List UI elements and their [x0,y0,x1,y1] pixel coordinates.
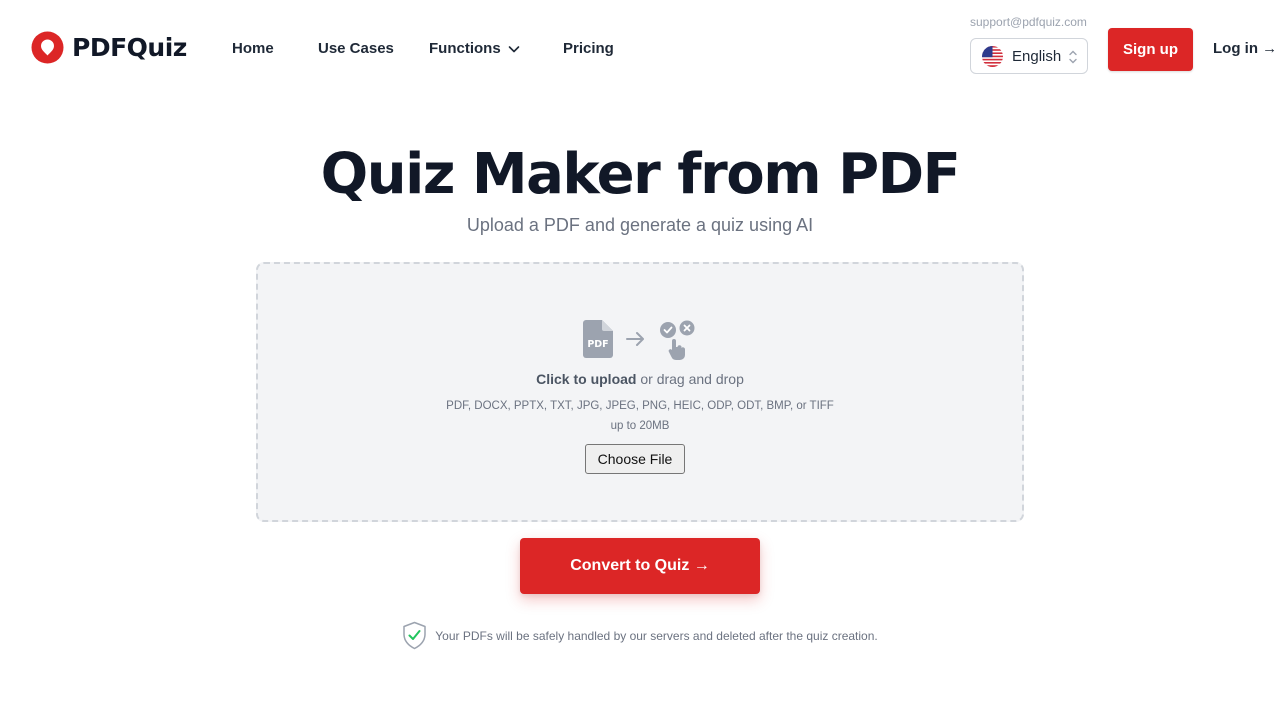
quiz-hand-icon [660,320,695,360]
language-select[interactable]: English [970,38,1088,74]
privacy-notice: Your PDFs will be safely handled by our … [0,621,1280,650]
nav-functions[interactable]: Functions [429,40,521,57]
privacy-notice-text: Your PDFs will be safely handled by our … [435,628,878,643]
upload-dropzone[interactable]: PDF Click to upload or drag and drop PDF… [256,262,1024,522]
pdf-icon-text: PDF [587,339,608,350]
nav-functions-label: Functions [429,40,501,57]
shield-check-icon [403,621,426,650]
us-flag-icon [982,45,1003,67]
pdfquiz-logo-icon [31,31,64,64]
click-to-upload-label[interactable]: Click to upload [536,371,636,387]
brand-name: PDFQuiz [72,33,187,62]
page-subtitle: Upload a PDF and generate a quiz using A… [466,215,814,235]
site-header: PDFQuiz Home Use Cases Functions Pricing… [0,0,1280,96]
upload-illustration: PDF [583,320,703,360]
choose-file-button[interactable]: Choose File [585,444,685,474]
pdf-file-icon: PDF [583,320,613,358]
chevron-up-down-icon [1069,50,1077,64]
nav-use-cases[interactable]: Use Cases [318,40,394,57]
login-link[interactable]: Log in → [1213,40,1277,57]
drag-drop-label: or drag and drop [636,371,744,387]
chevron-down-icon [508,45,519,52]
language-label: English [1012,47,1062,65]
page-title: Quiz Maker from PDF [320,142,961,207]
nav-pricing[interactable]: Pricing [563,40,614,57]
signup-button[interactable]: Sign up [1108,28,1193,71]
arrow-right-icon [626,332,644,346]
support-email[interactable]: support@pdfquiz.com [970,15,1087,29]
size-limit: up to 20MB [610,420,670,432]
brand-logo[interactable]: PDFQuiz [31,31,187,64]
supported-formats: PDF, DOCX, PPTX, TXT, JPG, JPEG, PNG, HE… [446,400,834,412]
nav-home[interactable]: Home [232,40,274,57]
upload-instructions: Click to upload or drag and drop [258,371,1022,387]
convert-to-quiz-button[interactable]: Convert to Quiz → [520,538,760,594]
